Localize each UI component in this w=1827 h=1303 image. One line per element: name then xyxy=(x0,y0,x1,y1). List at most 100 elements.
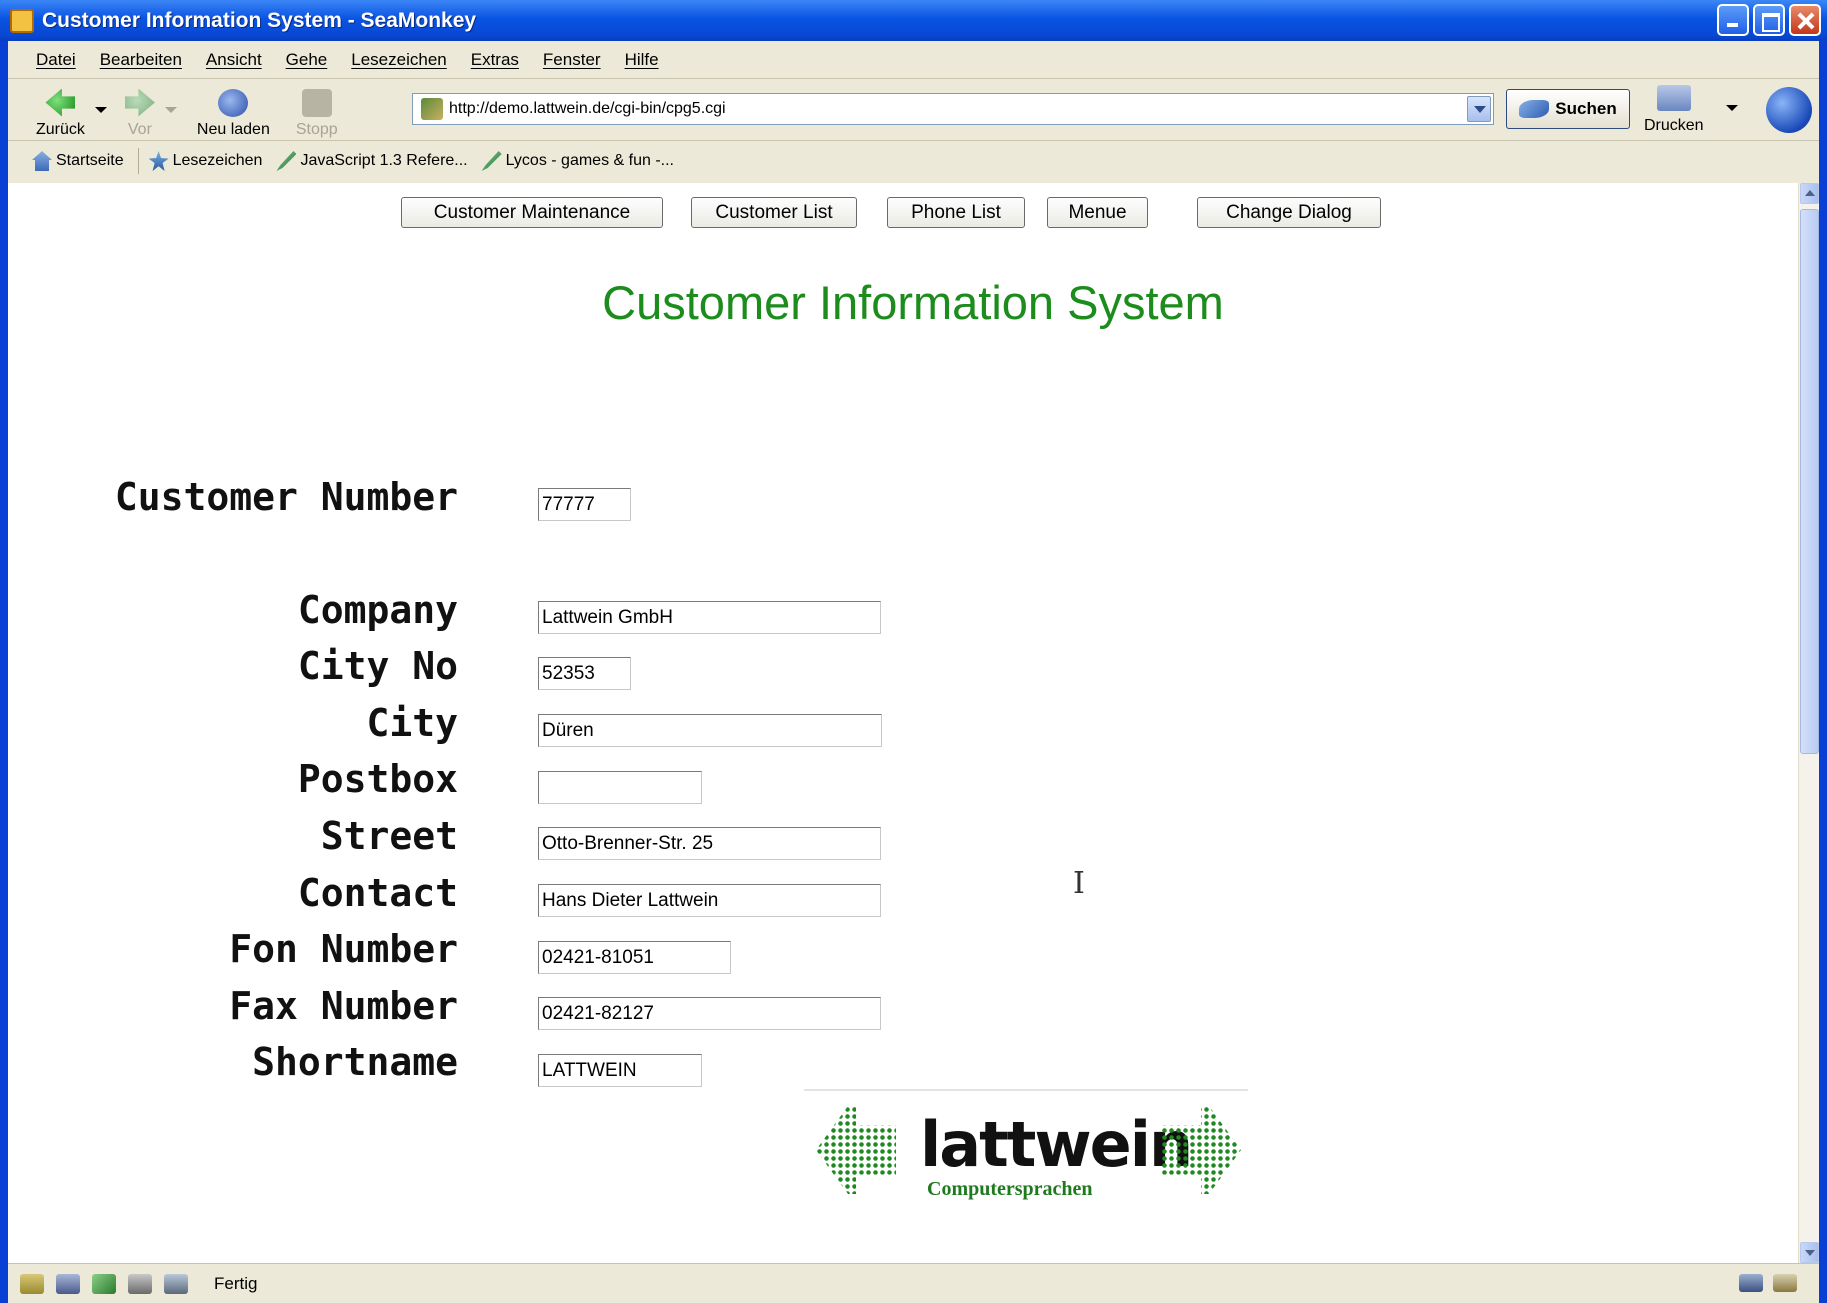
mail-icon[interactable] xyxy=(56,1273,80,1294)
page-title: Customer Information System xyxy=(602,276,1224,329)
scroll-up-button[interactable] xyxy=(1800,183,1819,204)
menu-datei[interactable]: Datei xyxy=(36,50,76,70)
title-bar: Customer Information System - SeaMonkey xyxy=(0,0,1827,41)
lattwein-logo[interactable]: lattwein Computersprachen xyxy=(816,1106,1248,1206)
menue-button[interactable]: Menue xyxy=(1047,197,1148,228)
forward-dropdown-icon[interactable] xyxy=(164,106,177,113)
city-no-label: City No xyxy=(297,644,458,688)
bookmarks-toolbar: Startseite Lesezeichen JavaScript 1.3 Re… xyxy=(8,141,1819,181)
reload-button[interactable]: Neu laden xyxy=(197,81,270,139)
reload-label: Neu laden xyxy=(196,120,270,138)
fax-number-field[interactable]: 02421-82127 xyxy=(538,997,881,1030)
change-dialog-button[interactable]: Change Dialog xyxy=(1197,197,1381,228)
bookmark-link-icon xyxy=(481,151,502,171)
print-dropdown-icon[interactable] xyxy=(1726,105,1738,111)
address-book-icon[interactable] xyxy=(164,1273,188,1294)
street-label: Street xyxy=(320,814,458,858)
bookmark-label: Lesezeichen xyxy=(172,152,263,169)
throbber-icon[interactable] xyxy=(1766,87,1812,133)
site-icon xyxy=(421,98,443,120)
postbox-field[interactable] xyxy=(538,771,702,804)
window-controls xyxy=(1717,4,1821,36)
url-text[interactable]: http://demo.lattwein.de/cgi-bin/cpg5.cgi xyxy=(449,100,726,118)
vertical-scrollbar[interactable] xyxy=(1798,183,1819,1263)
window-title: Customer Information System - SeaMonkey xyxy=(42,8,477,32)
maximize-button[interactable] xyxy=(1753,4,1785,36)
shortname-field[interactable]: LATTWEIN xyxy=(538,1054,702,1087)
bookmark-lycos[interactable]: Lycos - games & fun -... xyxy=(481,151,674,171)
city-no-field[interactable]: 52353 xyxy=(538,657,631,690)
fon-number-field[interactable]: 02421-81051 xyxy=(538,941,731,974)
online-status-icon[interactable] xyxy=(1739,1274,1763,1292)
bookmark-startseite[interactable]: Startseite xyxy=(32,151,124,171)
window-left-border xyxy=(0,41,8,1303)
printer-icon xyxy=(1656,85,1691,111)
bookmark-label: Startseite xyxy=(56,152,124,169)
scroll-thumb[interactable] xyxy=(1800,209,1819,754)
print-button[interactable]: Drucken xyxy=(1644,81,1704,135)
phone-list-button[interactable]: Phone List xyxy=(887,197,1025,228)
text-cursor-icon: I xyxy=(1073,866,1085,901)
menu-hilfe[interactable]: Hilfe xyxy=(625,50,659,70)
logo-tagline: Computersprachen xyxy=(927,1178,1093,1200)
print-label: Drucken xyxy=(1644,117,1704,134)
bookmark-lesezeichen[interactable]: Lesezeichen xyxy=(148,151,263,171)
close-button[interactable] xyxy=(1789,4,1821,36)
street-field[interactable]: Otto-Brenner-Str. 25 xyxy=(538,827,881,860)
status-bar: Fertig xyxy=(8,1263,1819,1303)
company-label: Company xyxy=(297,588,458,632)
menu-lesezeichen[interactable]: Lesezeichen xyxy=(351,50,446,70)
city-field[interactable]: Düren xyxy=(538,714,882,747)
bookmark-javascript-reference[interactable]: JavaScript 1.3 Refere... xyxy=(276,151,468,171)
menu-fenster[interactable]: Fenster xyxy=(543,50,601,70)
logo-left-arrow-icon xyxy=(816,1106,896,1194)
url-dropdown-button[interactable] xyxy=(1467,96,1491,122)
bookmark-label: JavaScript 1.3 Refere... xyxy=(300,152,468,169)
bookmarks-icon xyxy=(148,151,169,171)
back-arrow-icon xyxy=(45,88,76,117)
seamonkey-app-icon xyxy=(10,8,34,33)
contact-field[interactable]: Hans Dieter Lattwein xyxy=(538,884,881,917)
menu-ansicht[interactable]: Ansicht xyxy=(206,50,262,70)
customer-number-label: Customer Number xyxy=(114,475,458,519)
shortname-label: Shortname xyxy=(252,1040,458,1084)
stop-button[interactable]: Stopp xyxy=(296,81,338,139)
back-dropdown-icon[interactable] xyxy=(94,106,107,113)
customer-number-field[interactable]: 77777 xyxy=(538,488,631,521)
composer-icon[interactable] xyxy=(92,1273,116,1294)
bookmark-label: Lycos - games & fun -... xyxy=(505,152,674,169)
status-text: Fertig xyxy=(214,1273,258,1293)
stop-icon xyxy=(301,88,332,117)
search-label: Suchen xyxy=(1555,99,1617,118)
browser-chrome: Datei Bearbeiten Ansicht Gehe Lesezeiche… xyxy=(8,41,1819,183)
home-icon xyxy=(32,151,52,171)
bookmark-link-icon xyxy=(276,151,297,171)
stop-label: Stopp xyxy=(295,120,338,138)
menu-extras[interactable]: Extras xyxy=(471,50,519,70)
bookmarks-separator xyxy=(137,148,139,174)
fon-number-label: Fon Number xyxy=(229,927,458,971)
forward-button[interactable]: Vor xyxy=(124,81,155,139)
navigator-icon[interactable] xyxy=(20,1273,44,1294)
back-label: Zurück xyxy=(36,120,85,138)
navigation-toolbar: Zurück Vor Neu laden Stopp http://demo.l… xyxy=(8,79,1819,141)
chat-icon[interactable] xyxy=(128,1273,152,1294)
logo-wordmark: lattwein xyxy=(920,1108,1193,1181)
menu-gehe[interactable]: Gehe xyxy=(286,50,328,70)
scroll-down-button[interactable] xyxy=(1800,1242,1819,1263)
address-bar[interactable]: http://demo.lattwein.de/cgi-bin/cpg5.cgi xyxy=(412,93,1494,125)
reload-icon xyxy=(218,88,249,117)
city-label: City xyxy=(366,701,458,745)
logo-divider xyxy=(804,1089,1248,1091)
menu-bearbeiten[interactable]: Bearbeiten xyxy=(100,50,182,70)
menu-bar: Datei Bearbeiten Ansicht Gehe Lesezeiche… xyxy=(8,41,1819,79)
security-lock-icon[interactable] xyxy=(1773,1274,1797,1292)
postbox-label: Postbox xyxy=(297,757,458,801)
company-field[interactable]: Lattwein GmbH xyxy=(538,601,881,634)
customer-maintenance-button[interactable]: Customer Maintenance xyxy=(401,197,663,228)
search-button[interactable]: Suchen xyxy=(1506,89,1630,129)
page-content: Customer Maintenance Customer List Phone… xyxy=(8,183,1798,1263)
back-button[interactable]: Zurück xyxy=(36,81,85,139)
customer-list-button[interactable]: Customer List xyxy=(691,197,857,228)
minimize-button[interactable] xyxy=(1717,4,1749,36)
